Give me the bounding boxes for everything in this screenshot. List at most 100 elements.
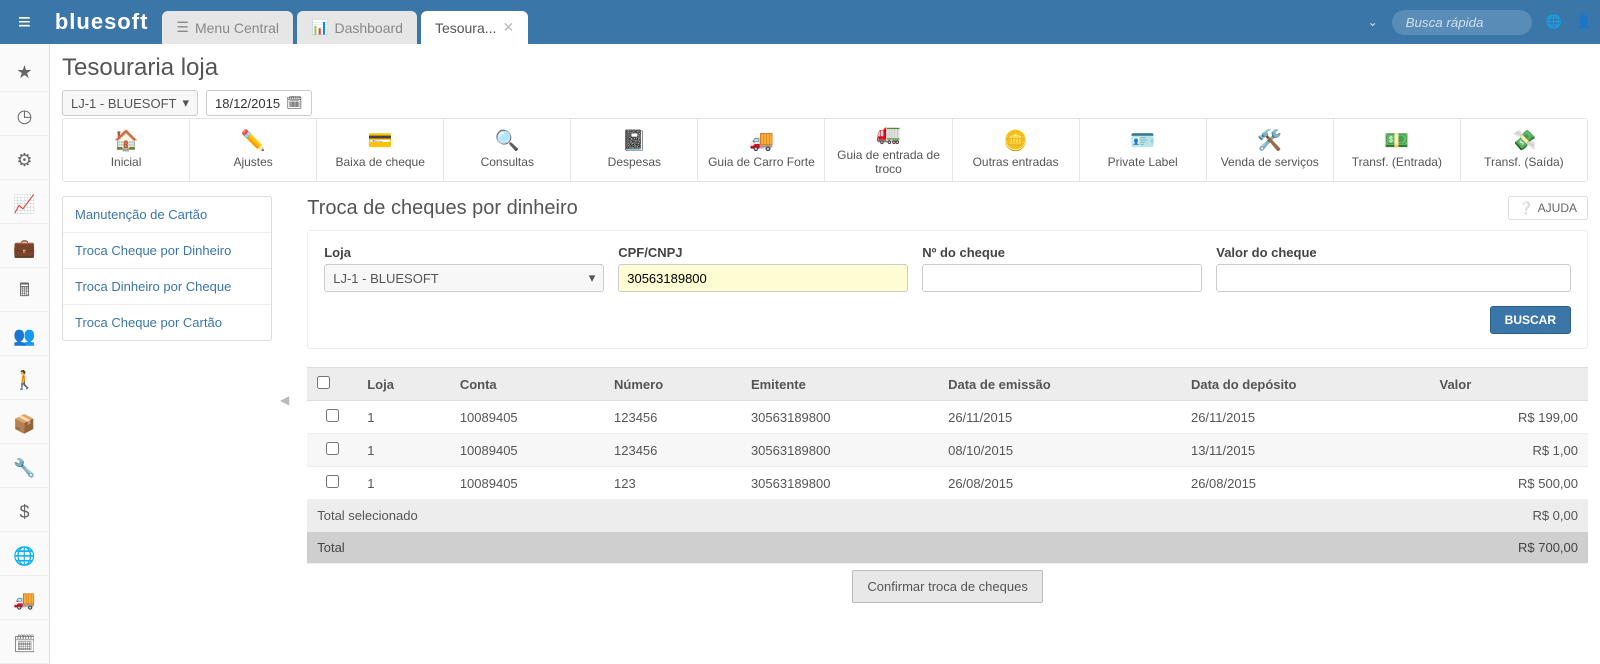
row-checkbox[interactable] xyxy=(326,409,339,422)
tools-icon: 🛠️ xyxy=(1257,131,1282,151)
action-label: Venda de serviços xyxy=(1221,155,1319,169)
chevron-down-icon: ▾ xyxy=(589,270,596,286)
total-selected-label: Total selecionado xyxy=(307,500,1429,532)
collapse-handle-icon[interactable]: ◀ xyxy=(280,393,289,407)
action-baixa-cheque[interactable]: 💳Baixa de cheque xyxy=(317,119,444,181)
rail-calculator-icon[interactable]: 🖩 xyxy=(0,274,49,312)
row-checkbox[interactable] xyxy=(326,475,339,488)
cell-emissao: 26/08/2015 xyxy=(938,467,1181,500)
action-venda-servicos[interactable]: 🛠️ Venda de serviços xyxy=(1207,119,1334,181)
side-menu-troca-cheque-cartao[interactable]: Troca Cheque por Cartão xyxy=(63,305,271,340)
filter-loja-select[interactable]: LJ-1 - BLUESOFT ▾ xyxy=(324,264,604,292)
chart-icon: 📊 xyxy=(311,19,328,36)
rail-people-icon[interactable]: 👥 xyxy=(0,318,49,356)
filter-valor-input[interactable] xyxy=(1216,264,1571,292)
results-table-wrap: Loja Conta Número Emitente Data de emiss… xyxy=(307,367,1588,603)
tab-label: Tesoura... xyxy=(435,20,496,36)
globe-icon[interactable]: 🌐 xyxy=(1546,14,1562,30)
action-inicial[interactable]: 🏠Inicial xyxy=(63,119,190,181)
confirm-button[interactable]: Confirmar troca de cheques xyxy=(852,570,1042,603)
cell-loja: 1 xyxy=(357,434,450,467)
total-selected-row: Total selecionado R$ 0,00 xyxy=(307,500,1588,532)
panel-title: Troca de cheques por dinheiro xyxy=(307,197,578,220)
action-label: Baixa de cheque xyxy=(335,155,424,169)
action-label: Despesas xyxy=(608,155,661,169)
store-select[interactable]: LJ-1 - BLUESOFT ▾ xyxy=(62,90,198,116)
action-guia-carro-forte[interactable]: 🚚Guia de Carro Forte xyxy=(698,119,825,181)
notebook-icon: 📓 xyxy=(622,131,647,151)
action-consultas[interactable]: 🔍Consultas xyxy=(444,119,571,181)
action-guia-entrada-troco[interactable]: 🚛Guia de entrada de troco xyxy=(825,119,952,181)
total-selected-value: R$ 0,00 xyxy=(1429,500,1588,532)
action-label: Private Label xyxy=(1108,155,1178,169)
side-menu: Manutenção de Cartão Troca Cheque por Di… xyxy=(62,196,272,341)
truck-icon: 🚚 xyxy=(749,131,774,151)
action-private-label[interactable]: 🪪Private Label xyxy=(1080,119,1207,181)
cell-deposito: 13/11/2015 xyxy=(1181,434,1430,467)
user-icon[interactable]: 👤 xyxy=(1576,14,1592,30)
action-ajustes[interactable]: ✏️Ajustes xyxy=(190,119,317,181)
cell-valor: R$ 199,00 xyxy=(1429,401,1588,434)
filter-cpf-input[interactable] xyxy=(618,264,908,292)
cell-conta: 10089405 xyxy=(450,401,604,434)
action-despesas[interactable]: 📓 Despesas xyxy=(571,119,698,181)
cell-emitente: 30563189800 xyxy=(741,434,938,467)
buscar-button[interactable]: BUSCAR xyxy=(1490,306,1571,334)
cell-conta: 10089405 xyxy=(450,467,604,500)
rail-chart-icon[interactable]: 📈 xyxy=(0,186,49,224)
money-in-icon: 💵 xyxy=(1384,131,1409,151)
filter-numero-input[interactable] xyxy=(922,264,1202,292)
rail-star-icon[interactable]: ★ xyxy=(0,54,49,92)
side-menu-troca-cheque-dinheiro[interactable]: Troca Cheque por Dinheiro xyxy=(63,233,271,269)
cell-numero: 123 xyxy=(604,467,741,500)
chevron-down-icon[interactable]: ⌄ xyxy=(1368,15,1378,29)
menu-icon[interactable]: ≡ xyxy=(8,9,41,35)
side-menu-troca-dinheiro-cheque[interactable]: Troca Dinheiro por Cheque xyxy=(63,269,271,305)
rail-box-icon[interactable]: 📦 xyxy=(0,406,49,444)
rail-globe-icon[interactable]: 🌐 xyxy=(0,538,49,576)
results-table: Loja Conta Número Emitente Data de emiss… xyxy=(307,367,1588,564)
filter-box: Loja LJ-1 - BLUESOFT ▾ CPF/CNPJ Nº do ch… xyxy=(307,230,1588,349)
top-right: ⌄ 🌐 👤 xyxy=(1368,10,1592,35)
tab-menu-central[interactable]: ☰ Menu Central xyxy=(162,11,293,44)
rail-dollar-icon[interactable]: $ xyxy=(0,494,49,532)
action-label: Inicial xyxy=(111,155,142,169)
help-button[interactable]: ❔ AJUDA xyxy=(1508,196,1588,220)
total-label: Total xyxy=(307,532,1429,564)
filter-numero-label: Nº do cheque xyxy=(922,245,1202,260)
close-icon[interactable]: ✕ xyxy=(502,19,514,36)
total-row: Total R$ 700,00 xyxy=(307,532,1588,564)
action-outras-entradas[interactable]: 🪙Outras entradas xyxy=(953,119,1080,181)
rail-person-icon[interactable]: 🚶 xyxy=(0,362,49,400)
rail-calendar-icon[interactable]: 🗓 xyxy=(0,626,49,664)
action-transf-entrada[interactable]: 💵Transf. (Entrada) xyxy=(1334,119,1461,181)
row-checkbox[interactable] xyxy=(326,442,339,455)
rail-clock-icon[interactable]: ◷ xyxy=(0,98,49,136)
rail-briefcase-icon[interactable]: 💼 xyxy=(0,230,49,268)
rail-truck-icon[interactable]: 🚚 xyxy=(0,582,49,620)
col-emitente: Emitente xyxy=(741,368,938,401)
cell-emitente: 30563189800 xyxy=(741,401,938,434)
filter-cpf-label: CPF/CNPJ xyxy=(618,245,908,260)
side-menu-manutencao[interactable]: Manutenção de Cartão xyxy=(63,197,271,233)
select-all-checkbox[interactable] xyxy=(317,376,330,389)
action-label: Outras entradas xyxy=(973,155,1059,169)
store-select-label: LJ-1 - BLUESOFT xyxy=(71,96,176,111)
date-value: 18/12/2015 xyxy=(215,96,280,111)
action-transf-saida[interactable]: 💸Transf. (Saída) xyxy=(1461,119,1587,181)
rail-wrench-icon[interactable]: 🔧 xyxy=(0,450,49,488)
main-content: Tesouraria loja LJ-1 - BLUESOFT ▾ 18/12/… xyxy=(50,44,1600,664)
cell-emissao: 08/10/2015 xyxy=(938,434,1181,467)
col-loja: Loja xyxy=(357,368,450,401)
tab-tesouraria[interactable]: Tesoura... ✕ xyxy=(421,11,528,44)
table-row: 1 10089405 123 30563189800 26/08/2015 26… xyxy=(307,467,1588,500)
search-input[interactable] xyxy=(1392,10,1532,35)
rail-gear-icon[interactable]: ⚙ xyxy=(0,142,49,180)
cell-deposito: 26/08/2015 xyxy=(1181,467,1430,500)
tab-dashboard[interactable]: 📊 Dashboard xyxy=(297,11,417,44)
filter-valor-label: Valor do cheque xyxy=(1216,245,1571,260)
total-value: R$ 700,00 xyxy=(1429,532,1588,564)
action-strip: 🏠Inicial ✏️Ajustes 💳Baixa de cheque 🔍Con… xyxy=(62,118,1588,182)
date-picker[interactable]: 18/12/2015 🗓 xyxy=(206,90,312,116)
col-valor: Valor xyxy=(1429,368,1588,401)
